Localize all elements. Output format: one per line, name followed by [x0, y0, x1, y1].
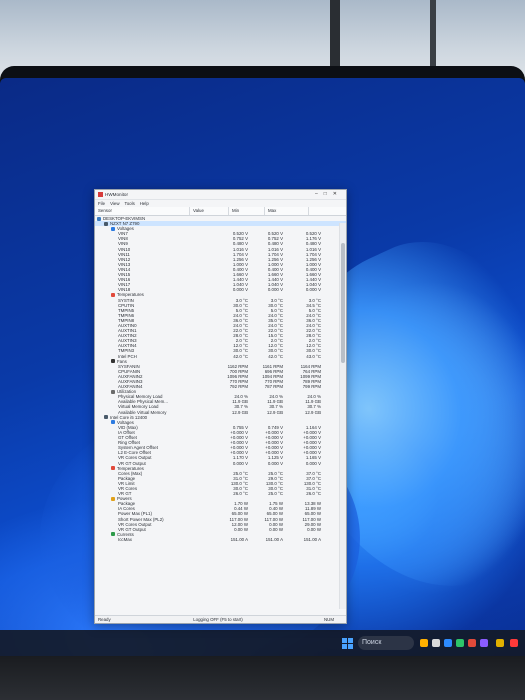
column-sensor[interactable]: Sensor [95, 207, 190, 215]
title-bar[interactable]: HWMonitor –□✕ [95, 190, 346, 200]
hwmonitor-window: HWMonitor –□✕ File View Tools Help Senso… [94, 189, 347, 624]
chip-icon [104, 415, 108, 420]
app-icon[interactable] [480, 639, 488, 647]
min-cell: 151.00 A [265, 536, 283, 542]
column-max[interactable]: Max [265, 207, 309, 215]
column-min[interactable]: Min [229, 207, 265, 215]
menu-file[interactable]: File [98, 201, 105, 206]
max-cell: 151.00 A [303, 536, 321, 542]
computer-icon [97, 216, 101, 221]
menu-bar: File View Tools Help [95, 200, 346, 207]
menu-help[interactable]: Help [140, 201, 149, 206]
window-title: HWMonitor [105, 192, 128, 197]
column-header: Sensor Value Min Max [95, 207, 346, 216]
utilization-icon [111, 389, 115, 394]
app-icon[interactable] [510, 639, 518, 647]
thermometer-icon [111, 292, 115, 297]
hwmonitor-icon [98, 192, 103, 197]
app-icon[interactable] [432, 639, 440, 647]
sensor-name-cell: IccMax [95, 537, 212, 542]
app-icon[interactable] [456, 639, 464, 647]
voltage-icon [111, 420, 115, 425]
current-icon [111, 532, 115, 537]
sensor-name: IccMax [118, 536, 132, 542]
value-cell: 151.00 A [230, 536, 248, 542]
fan-icon [111, 359, 115, 364]
menu-view[interactable]: View [110, 201, 119, 206]
desk-surface [0, 656, 525, 700]
file-explorer-icon[interactable] [420, 639, 428, 647]
chip-icon [104, 221, 108, 226]
scrollbar-thumb[interactable] [341, 243, 345, 363]
app-icon[interactable] [468, 639, 476, 647]
status-ready: Ready [98, 617, 111, 622]
status-logging: Logging OFF (F5 to start) [193, 617, 243, 622]
status-bar: Ready Logging OFF (F5 to start) NUM [95, 615, 346, 623]
app-icon[interactable] [496, 639, 504, 647]
windows-start-icon[interactable] [342, 638, 353, 649]
app-icon[interactable] [444, 639, 452, 647]
status-num: NUM [324, 617, 334, 622]
window-controls[interactable]: –□✕ [315, 191, 343, 197]
voltage-icon [111, 226, 115, 231]
column-value[interactable]: Value [190, 207, 229, 215]
sensor-row[interactable]: IccMax 151.00 A 151.00 A 151.00 A [95, 537, 346, 542]
menu-tools[interactable]: Tools [125, 201, 135, 206]
sensor-tree[interactable]: DESKTOP-EKVIMSN NZXT N7 Z790 Voltages VIN7 0… [95, 216, 346, 609]
power-icon [111, 496, 115, 501]
taskbar-search-input[interactable]: Поиск [358, 636, 414, 650]
scrollbar[interactable] [339, 223, 346, 609]
thermometer-icon [111, 466, 115, 471]
